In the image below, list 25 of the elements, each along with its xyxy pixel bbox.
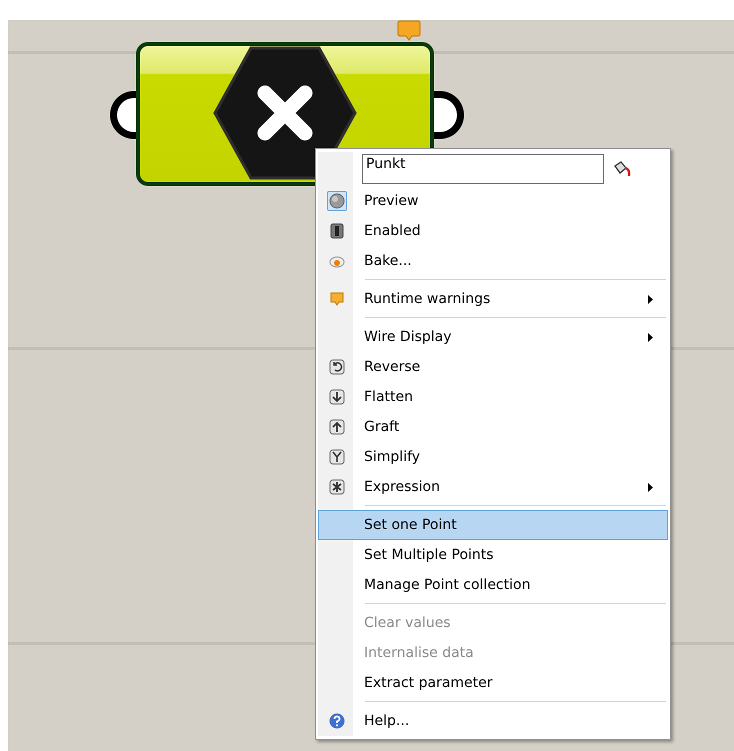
asterisk-icon (328, 479, 344, 495)
menu-item[interactable]: Graft (318, 412, 668, 442)
menu-item[interactable]: Bake... (318, 246, 668, 276)
menu-item[interactable]: Runtime warnings (318, 284, 668, 314)
name-field[interactable]: Punkt (362, 154, 604, 184)
sphere-icon (328, 193, 344, 209)
menu-item[interactable]: Expression (318, 472, 668, 502)
help-icon (328, 713, 344, 729)
paint-bucket-icon[interactable] (612, 160, 632, 178)
switch-icon (328, 223, 344, 239)
menu-item[interactable]: Reverse (318, 352, 668, 382)
menu-item[interactable]: Simplify (318, 442, 668, 472)
menu-item[interactable]: Set Multiple Points (318, 540, 668, 570)
menu-item[interactable]: Preview (318, 186, 668, 216)
menu-item[interactable]: Manage Point collection (318, 570, 668, 600)
menu-item[interactable]: Set one Point (318, 510, 668, 540)
warning-balloon-icon (328, 291, 344, 307)
menu-item[interactable]: Extract parameter (318, 668, 668, 698)
down-arrow-icon (328, 389, 344, 405)
menu-item[interactable]: Enabled (318, 216, 668, 246)
reverse-icon (328, 359, 344, 375)
menu-item[interactable]: Wire Display (318, 322, 668, 352)
menu-item[interactable]: Help... (318, 706, 668, 736)
menu-item[interactable]: Flatten (318, 382, 668, 412)
up-arrow-icon (328, 419, 344, 435)
